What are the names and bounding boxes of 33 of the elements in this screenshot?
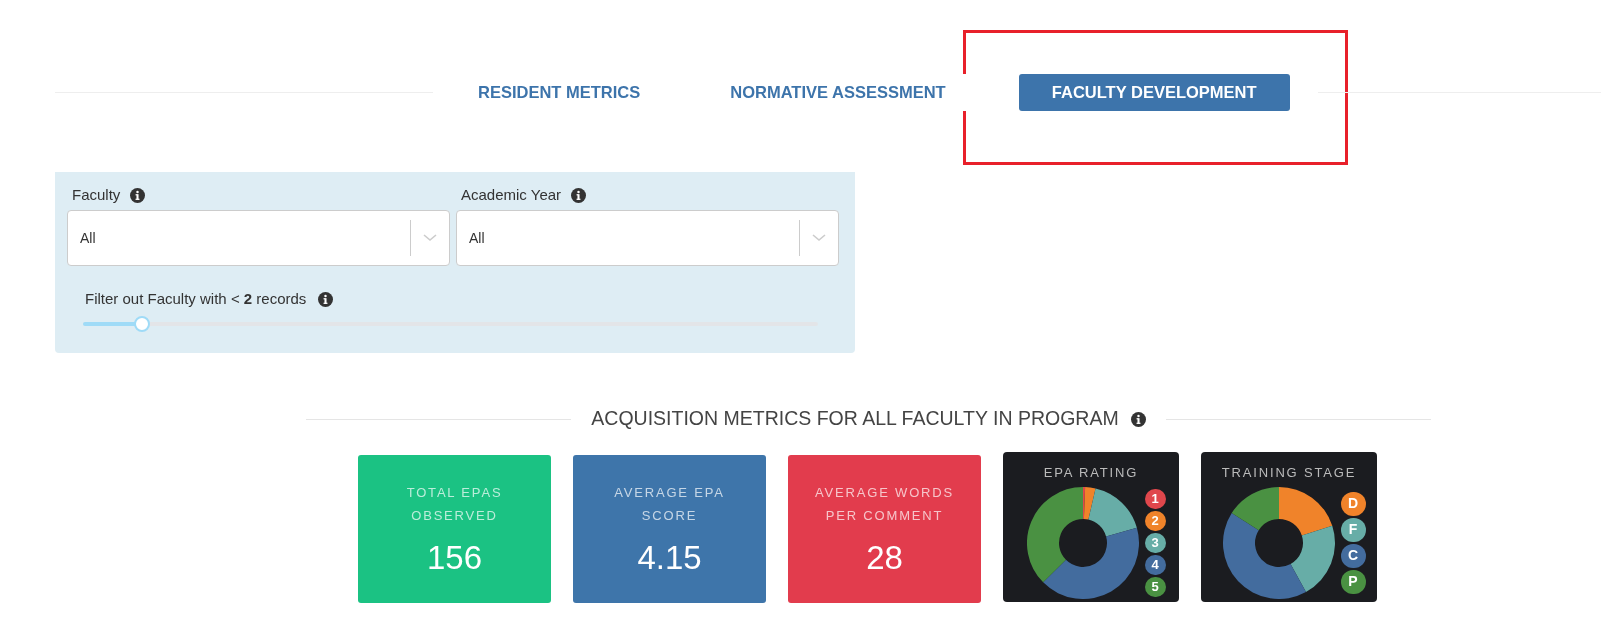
info-icon [318, 291, 334, 307]
select-field[interactable]: All [456, 210, 839, 266]
filter-label: Faculty [72, 184, 121, 205]
select-value: All [79, 228, 97, 248]
legend-badge: 2 [1144, 510, 1166, 531]
legend-badge: P [1340, 569, 1366, 594]
legend-badge: 5 [1144, 576, 1166, 597]
section-title: ACQUISITION METRICS FOR ALL FACULTY IN PROGRAM [591, 406, 1119, 432]
legend-badge: 4 [1144, 554, 1166, 575]
tab[interactable]: FACULTY DEVELOPMENT [1018, 73, 1290, 111]
slider-thumb[interactable] [133, 315, 150, 332]
select-field[interactable]: All [67, 210, 450, 266]
filter-label: Academic Year [461, 184, 562, 205]
legend-badge: 3 [1144, 532, 1166, 553]
chevron-down-icon [812, 234, 826, 242]
stat-label: TOTAL EPAS OBSERVED [405, 484, 504, 525]
legend-badge: F [1340, 517, 1366, 542]
legend-badge: C [1340, 543, 1366, 568]
stat-value: 28 [866, 538, 903, 578]
donut-title: EPA RATING [1043, 464, 1139, 482]
stat-value: 156 [426, 538, 483, 578]
info-icon [130, 187, 146, 203]
slider-label: Filter out Faculty with < 2 records [85, 289, 307, 309]
donut-title: TRAINING STAGE [1221, 464, 1357, 482]
info-icon [571, 187, 587, 203]
stat-label: AVERAGE EPA SCORE [613, 484, 726, 525]
stat-label: AVERAGE WORDS PER COMMENT [814, 484, 955, 525]
legend-badge: D [1340, 491, 1366, 516]
info-icon [1130, 411, 1146, 427]
stat-value: 4.15 [637, 538, 702, 578]
legend-badge: 1 [1144, 488, 1166, 509]
chevron-down-icon [423, 234, 437, 242]
select-value: All [468, 228, 486, 248]
